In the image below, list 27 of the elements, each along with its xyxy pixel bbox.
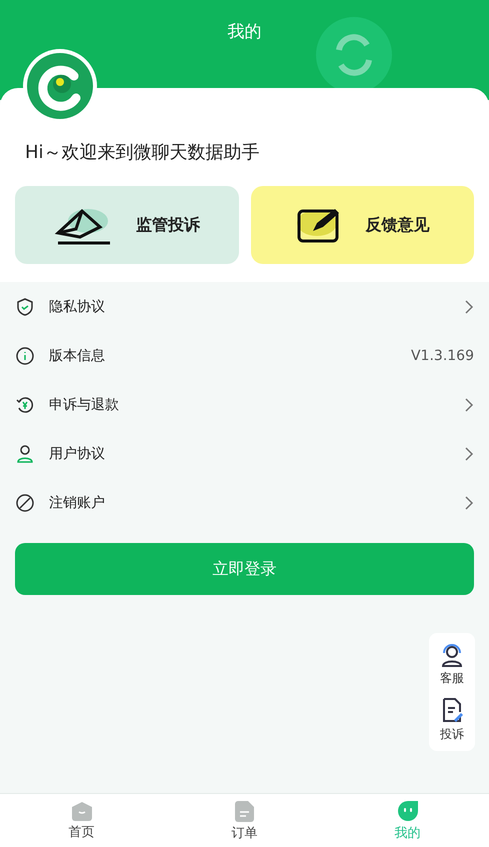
page-title: 我的 xyxy=(228,21,262,42)
chevron-right-icon xyxy=(464,446,474,462)
menu-label[interactable]: 隐私协议 xyxy=(49,298,450,316)
welcome-text: Hi～欢迎来到微聊天数据助手 xyxy=(24,141,261,165)
chat-bubble-icon xyxy=(396,800,418,822)
menu-label[interactable]: 版本信息 xyxy=(49,346,397,364)
feedback-card[interactable]: 反馈意见 xyxy=(250,186,474,264)
shield-icon xyxy=(15,296,35,316)
menu-label[interactable]: 申诉与退款 xyxy=(49,396,450,414)
ban-icon xyxy=(15,492,35,512)
menu-label[interactable]: 注销账户 xyxy=(49,494,450,512)
chevron-right-icon xyxy=(464,396,474,412)
chevron-right-icon xyxy=(464,494,474,510)
version-value: V1.3.169 xyxy=(410,348,474,364)
floating-action[interactable]: 投诉 xyxy=(439,697,465,743)
home-icon xyxy=(70,800,92,820)
headset-icon xyxy=(439,641,465,667)
floating-action[interactable]: 客服 xyxy=(439,641,465,687)
tab-item[interactable]: 首页 xyxy=(0,794,163,847)
menu-label[interactable]: 用户协议 xyxy=(49,444,450,462)
complaint-card[interactable]: 监管投诉 xyxy=(15,186,238,264)
chevron-right-icon xyxy=(464,298,474,314)
refund-icon xyxy=(15,394,35,414)
document-icon xyxy=(234,800,254,822)
info-icon xyxy=(15,346,35,366)
user-icon xyxy=(15,444,35,464)
tab-item[interactable]: 订单 xyxy=(163,794,326,847)
